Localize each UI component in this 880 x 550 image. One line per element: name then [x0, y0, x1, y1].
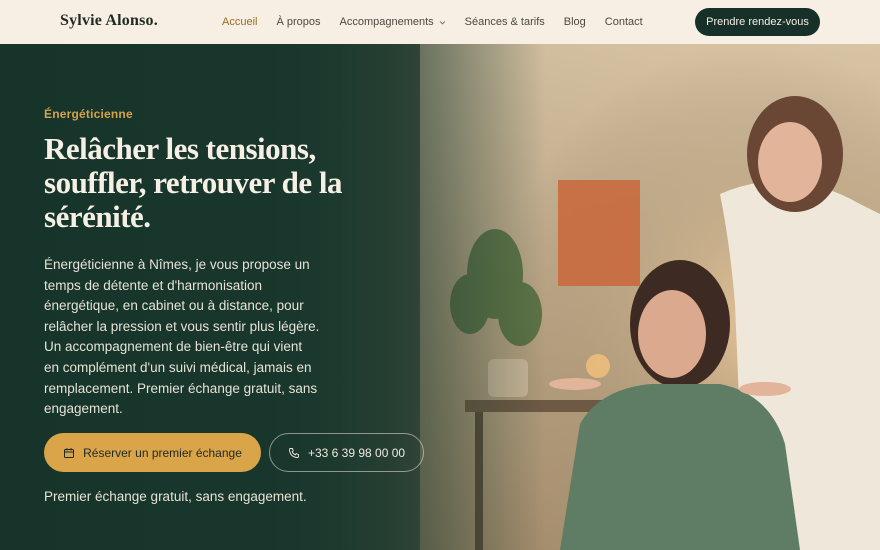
call-phone-label: +33 6 39 98 00 00 [307, 445, 406, 460]
nav-accompagnements-label: Accompagnements [339, 16, 434, 28]
hero-headline: Relâcher les tensions, souffler, retrouv… [44, 132, 374, 234]
site-header: Sylvie Alonso. Accueil À propos Accompag… [0, 0, 880, 44]
site-logo[interactable]: Sylvie Alonso. [60, 12, 158, 30]
nav-a-propos[interactable]: À propos [276, 16, 320, 28]
hero-headline-line: Relâcher les tensions, [44, 131, 316, 166]
book-first-call-label: Réserver un premier échange [83, 445, 242, 460]
nav-accueil[interactable]: Accueil [222, 16, 257, 28]
main-nav: Accueil À propos Accompagnements Séances… [222, 0, 662, 44]
nav-accompagnements[interactable]: Accompagnements [340, 16, 446, 28]
hero-footnote: Premier échange gratuit, sans engagement… [44, 489, 307, 504]
hero-description: Énergéticienne à Nîmes, je vous propose … [44, 257, 320, 417]
call-phone-button[interactable]: +33 6 39 98 00 00 [269, 433, 424, 472]
hero-eyebrow: Énergéticienne [44, 107, 133, 121]
calendar-icon [64, 447, 75, 458]
book-first-call-button[interactable]: Réserver un premier échange [44, 433, 261, 472]
nav-seances-tarifs[interactable]: Séances & tarifs [465, 16, 545, 28]
phone-icon [289, 447, 299, 458]
nav-blog[interactable]: Blog [564, 16, 586, 28]
hero-section: Énergéticienne Relâcher les tensions, so… [0, 44, 880, 550]
book-appointment-button[interactable]: Prendre rendez-vous [695, 8, 820, 36]
hero-headline-line: sérénité. [44, 199, 151, 234]
hero-headline-line: souffler, retrouver de la [44, 165, 343, 200]
nav-contact[interactable]: Contact [605, 16, 643, 28]
chevron-down-icon [439, 20, 445, 25]
